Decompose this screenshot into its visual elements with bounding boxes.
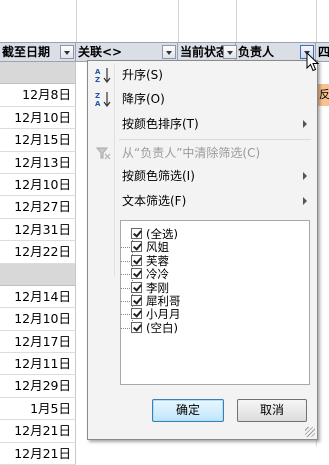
svg-text:A: A <box>95 100 101 108</box>
sort-ascending-icon: A Z <box>95 68 111 84</box>
filter-item-label: 犀利哥 <box>146 294 181 308</box>
group-band-row[interactable] <box>0 62 76 85</box>
submenu-arrow-icon <box>303 120 307 128</box>
checkbox-icon[interactable] <box>131 241 142 253</box>
filter-dropdown-button[interactable] <box>223 45 237 59</box>
mouse-cursor-icon <box>306 52 320 72</box>
tree-branch <box>121 301 130 302</box>
filter-item-label: 芙蓉 <box>146 253 169 268</box>
tree-branch <box>121 260 130 262</box>
menu-item-label: 升序(S) <box>122 68 163 82</box>
filter-item-label: 李刚 <box>146 280 169 295</box>
sort-descending-icon: Z A <box>95 92 111 108</box>
date-cell[interactable]: 12月10日 <box>0 308 76 331</box>
checkbox-icon[interactable] <box>131 281 142 293</box>
date-cell[interactable]: 12月10日 <box>0 173 76 197</box>
tree-branch <box>121 274 130 276</box>
svg-text:A: A <box>95 68 101 76</box>
upper-rows <box>0 0 329 42</box>
date-cell[interactable]: 1月5日 <box>0 397 76 421</box>
menu-item-sort-by-color[interactable]: 按颜色排序(T) <box>90 113 315 135</box>
date-cell[interactable]: 12月22日 <box>0 241 76 264</box>
cancel-button[interactable]: 取消 <box>237 399 307 422</box>
menu-item-label: 降序(O) <box>122 92 165 106</box>
menu-item-text-filter[interactable]: 文本筛选(F) <box>90 190 315 212</box>
autofilter-dropdown-menu: A Z 升序(S) Z A 降序(O) 按颜色排序(T) 从“负责人”中清除筛选… <box>87 60 318 440</box>
filter-dropdown-button[interactable] <box>60 45 74 59</box>
header-label: 截至日期 <box>2 45 51 59</box>
checkbox-icon[interactable] <box>131 295 142 306</box>
header-label: 当前状态 <box>180 45 229 59</box>
resize-grip-icon[interactable] <box>305 427 315 437</box>
svg-text:Z: Z <box>95 92 100 100</box>
filter-item-label: (全选) <box>146 227 178 241</box>
date-cell[interactable]: 12月31日 <box>0 218 76 242</box>
date-cell[interactable]: 12月27日 <box>0 196 76 219</box>
menu-item-label: 按颜色排序(T) <box>122 117 199 131</box>
date-cell[interactable]: 12月11日 <box>0 353 76 376</box>
button-label: 取消 <box>259 403 284 417</box>
date-cell[interactable]: 12月29日 <box>0 375 76 398</box>
tree-branch <box>121 314 130 316</box>
filter-item-label: 风姐 <box>146 240 169 255</box>
header-label: 关联<> <box>78 45 123 59</box>
checkbox-icon[interactable] <box>131 308 142 320</box>
menu-item-label: 从“负责人”中清除筛选(C) <box>122 146 261 160</box>
filter-dropdown-button[interactable] <box>162 45 176 59</box>
date-cell[interactable]: 12月15日 <box>0 129 76 152</box>
group-band-row[interactable] <box>0 263 76 286</box>
menu-item-filter-by-color[interactable]: 按颜色筛选(I) <box>90 165 315 187</box>
tree-branch <box>121 287 130 289</box>
filter-item-label: 冷冷 <box>146 267 169 282</box>
svg-text:Z: Z <box>95 76 100 84</box>
checkbox-icon[interactable] <box>131 254 142 266</box>
menu-item-label: 文本筛选(F) <box>122 194 187 208</box>
menu-item-clear-filter: 从“负责人”中清除筛选(C) <box>90 142 315 164</box>
submenu-arrow-icon <box>303 172 307 180</box>
checkbox-icon[interactable] <box>131 228 142 239</box>
date-cell[interactable]: 12月8日 <box>0 84 76 107</box>
date-cell[interactable]: 12月10日 <box>0 106 76 130</box>
filter-value-list[interactable]: (全选) 风姐 芙蓉 冷冷 李刚 犀利哥 小月月 (空白) <box>120 220 310 385</box>
date-cell[interactable]: 12月21日 <box>0 420 76 443</box>
menu-item-label: 按颜色筛选(I) <box>122 169 195 183</box>
clear-filter-icon <box>95 147 111 160</box>
date-cell[interactable]: 12月17日 <box>0 330 76 354</box>
date-cell[interactable]: 12月13日 <box>0 151 76 174</box>
column-header-row: 截至日期 关联<> 当前状态 负责人 四 <box>0 42 329 62</box>
menu-item-sort-ascending[interactable]: A Z 升序(S) <box>90 64 315 86</box>
menu-separator <box>119 139 311 140</box>
menu-item-sort-descending[interactable]: Z A 降序(O) <box>90 88 315 110</box>
tree-branch <box>121 247 130 249</box>
submenu-arrow-icon <box>303 197 307 205</box>
cell-text: 反 <box>319 88 329 101</box>
filter-item-label: (空白) <box>146 320 178 335</box>
checkbox-icon[interactable] <box>131 321 142 333</box>
header-label: 负责人 <box>238 45 275 59</box>
date-cell[interactable]: 12月14日 <box>0 285 76 309</box>
button-label: 确定 <box>175 403 200 417</box>
filter-item-label: 小月月 <box>146 307 181 322</box>
ok-button[interactable]: 确定 <box>152 399 224 422</box>
date-column: 12月8日 12月10日 12月15日 12月13日 12月10日 12月27日 12月31… <box>0 62 76 465</box>
checkbox-icon[interactable] <box>131 268 142 280</box>
tree-branch <box>121 327 130 329</box>
